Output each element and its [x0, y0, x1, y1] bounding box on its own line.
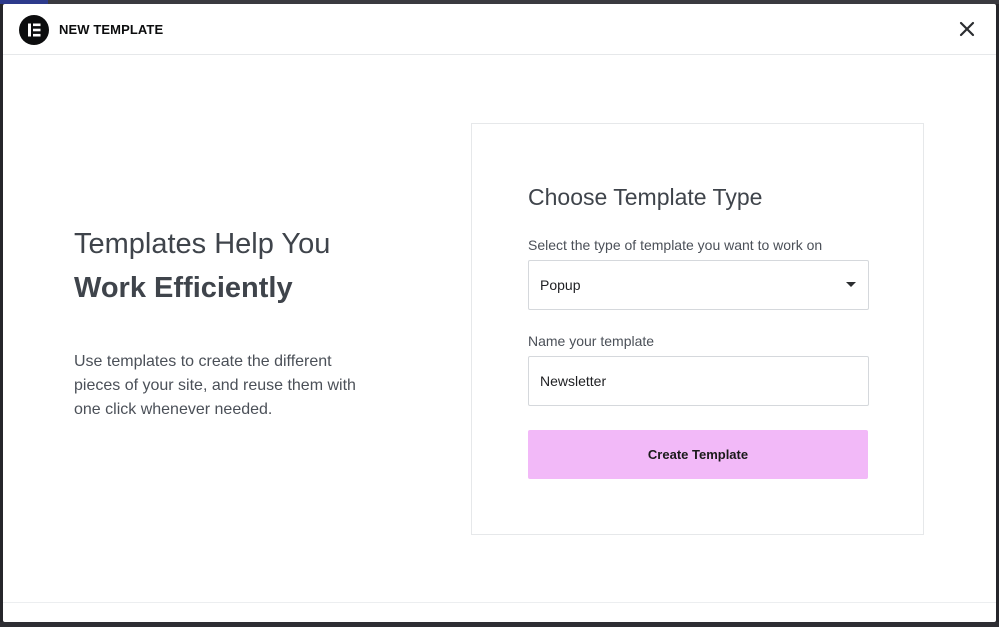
intro-section: Templates Help You Work Efficiently Use … — [74, 222, 394, 422]
template-name-label: Name your template — [528, 333, 655, 349]
new-template-modal: NEW TEMPLATE Templates Help You Work Eff… — [3, 4, 996, 622]
caret-down-icon — [846, 282, 856, 287]
template-name-input[interactable] — [528, 356, 869, 406]
template-type-value: Popup — [540, 277, 581, 293]
elementor-logo-icon — [19, 15, 49, 45]
form-title: Choose Template Type — [528, 184, 763, 210]
background-bottom-bar — [0, 622, 999, 627]
template-form-card: Choose Template Type Select the type of … — [471, 123, 924, 535]
template-type-label: Select the type of template you want to … — [528, 237, 823, 253]
intro-title: Templates Help You — [74, 228, 331, 260]
close-icon[interactable] — [956, 18, 978, 40]
template-type-select[interactable]: Popup — [528, 260, 869, 310]
modal-header: NEW TEMPLATE — [3, 4, 996, 55]
create-template-button[interactable]: Create Template — [528, 430, 868, 479]
intro-title-strong: Work Efficiently — [74, 272, 293, 304]
intro-description: Use templates to create the different pi… — [74, 353, 356, 418]
modal-footer-divider — [3, 602, 996, 603]
modal-title: NEW TEMPLATE — [59, 22, 164, 37]
